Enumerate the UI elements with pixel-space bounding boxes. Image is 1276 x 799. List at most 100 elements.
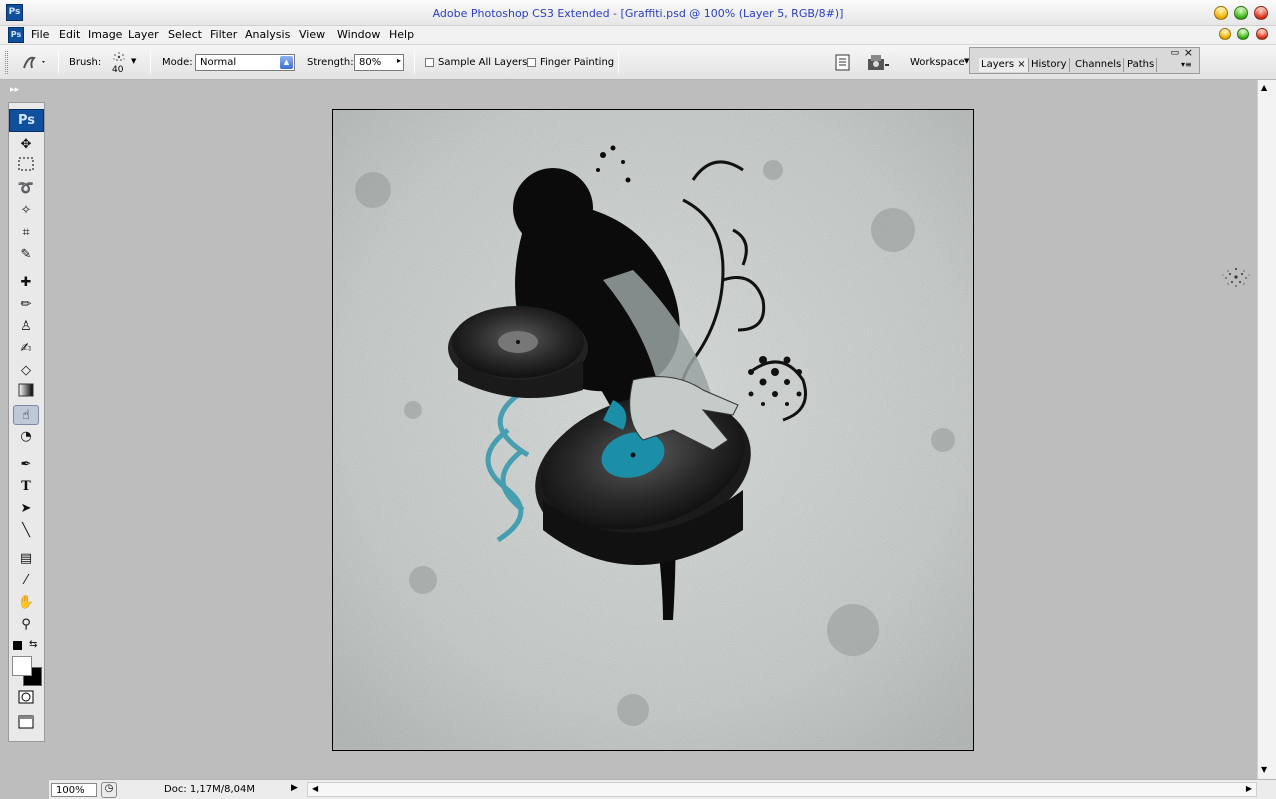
clone-stamp-tool[interactable]: ♙ [9,317,43,337]
tab-history[interactable]: History [1029,58,1070,72]
default-colors-icon[interactable] [13,641,22,650]
sample-all-layers-checkbox[interactable] [425,58,434,67]
select-arrows-icon: ▲ [280,56,293,69]
mode-select[interactable]: Normal ▲ [195,54,295,71]
lasso-tool[interactable]: ➰ [9,179,43,199]
tab-channels[interactable]: Channels [1073,58,1125,72]
scroll-up-icon[interactable]: ▲ [1261,83,1267,92]
brush-label: Brush: [69,57,102,68]
expand-toolbox-icon[interactable]: ▸▸ [10,85,19,95]
strength-label: Strength: [307,57,354,68]
graffiti-artwork [333,110,973,750]
maximize-button[interactable] [1234,6,1248,20]
horizontal-scrollbar[interactable]: ◀ ▶ [307,782,1257,797]
mode-label: Mode: [162,57,193,68]
separator [618,52,619,73]
window-title: Adobe Photoshop CS3 Extended - [Graffiti… [432,7,844,20]
separator [58,52,59,73]
quick-mask-icon[interactable] [9,690,43,710]
line-tool[interactable]: ╲ [9,521,43,541]
menu-analysis[interactable]: Analysis [245,28,290,41]
document-canvas[interactable] [332,109,974,751]
swap-colors-icon[interactable]: ⇆ [29,639,37,650]
menu-edit[interactable]: Edit [59,28,80,41]
menu-help[interactable]: Help [389,28,414,41]
move-tool[interactable]: ✥ [9,135,43,155]
history-brush-tool[interactable]: ✍ [9,339,43,359]
crop-tool[interactable]: ⌗ [9,223,43,243]
left-turntable [448,306,588,398]
tab-paths[interactable]: Paths [1125,58,1158,72]
tab-close-icon[interactable]: × [1017,59,1025,70]
brush-picker[interactable]: 40 ▼ [106,50,140,76]
eyedropper-tool[interactable]: ✎ [9,245,43,265]
menu-image[interactable]: Image [88,28,122,41]
strength-input[interactable]: 80% ▸ [354,54,404,71]
separator [150,52,151,73]
finger-painting-label[interactable]: Finger Painting [540,57,614,68]
scroll-down-icon[interactable]: ▼ [1261,765,1267,774]
zoom-tool[interactable]: ⚲ [9,615,43,635]
status-menu-arrow-icon[interactable]: ▶ [291,783,298,793]
strength-value: 80% [359,57,382,68]
hand-tool[interactable]: ✋ [9,593,43,613]
screen-mode-icon[interactable] [9,715,43,735]
panel-menu-icon[interactable]: ▾≡ [1181,60,1192,69]
chevron-right-icon[interactable]: ▸ [397,56,401,65]
menu-filter[interactable]: Filter [210,28,237,41]
magic-wand-tool[interactable]: ✧ [9,201,43,221]
mode-value: Normal [200,57,237,68]
brush-cursor-icon [1222,268,1250,287]
pen-tool[interactable]: ✒ [9,455,43,475]
grip-handle[interactable] [5,51,8,74]
marquee-tool[interactable] [9,157,43,177]
brush-tool[interactable]: ✏ [9,295,43,315]
scroll-right-icon[interactable]: ▶ [1246,784,1252,793]
menu-file[interactable]: File [31,28,49,41]
doc-size: Doc: 1,17M/8,04M [164,784,256,795]
tool-preset-picker[interactable] [18,52,46,74]
document-icon[interactable]: Ps [8,27,24,43]
minimize-panel-icon[interactable]: ▭ [1170,48,1179,58]
document-list-icon [835,54,850,71]
close-panel-icon[interactable]: × [1184,46,1193,59]
foreground-color-swatch[interactable] [12,656,32,676]
palette-toggle-button[interactable] [834,54,852,71]
menu-select[interactable]: Select [168,28,202,41]
brush-tip-icon [113,52,125,61]
smudge-tool[interactable]: ☝ [13,405,39,425]
sample-all-layers-label[interactable]: Sample All Layers [438,57,527,68]
bridge-icon [868,55,889,70]
tab-layers-label: Layers [981,59,1015,70]
eyedropper-tool-2[interactable]: ⁄ [9,571,43,591]
finger-painting-checkbox[interactable] [527,58,536,67]
status-info-icon[interactable]: ◷ [101,782,117,798]
tab-layers[interactable]: Layers × [979,58,1029,72]
menu-view[interactable]: View [299,28,325,41]
gradient-tool[interactable] [9,383,43,403]
close-button[interactable] [1254,6,1268,20]
healing-brush-tool[interactable]: ✚ [9,273,43,293]
menu-layer[interactable]: Layer [128,28,159,41]
status-bar: 100% ◷ Doc: 1,17M/8,04M ▶ ◀ ▶ [49,779,1276,799]
zoom-field[interactable]: 100% [51,783,97,797]
path-selection-tool[interactable]: ➤ [9,499,43,519]
smudge-preset-icon [23,56,45,69]
dodge-tool[interactable]: ◔ [9,427,43,447]
ps-logo[interactable]: Ps [9,109,44,132]
bridge-button[interactable] [866,53,892,72]
doc-maximize-button[interactable] [1237,28,1249,40]
separator [414,52,415,73]
notes-tool[interactable]: ▤ [9,549,43,569]
workspace-button[interactable]: Workspace [910,57,965,68]
title-bar: Ps Adobe Photoshop CS3 Extended - [Graff… [0,0,1276,26]
scroll-left-icon[interactable]: ◀ [312,784,318,793]
panel-well: ▭ × Layers × History Channels Paths ▾≡ [969,46,1200,74]
doc-minimize-button[interactable] [1219,28,1231,40]
doc-close-button[interactable] [1256,28,1268,40]
vertical-scrollbar[interactable]: ▲ ▼ [1257,80,1276,781]
minimize-button[interactable] [1214,6,1228,20]
menu-window[interactable]: Window [337,28,380,41]
eraser-tool[interactable]: ◇ [9,361,43,381]
type-tool[interactable]: T [9,477,43,497]
